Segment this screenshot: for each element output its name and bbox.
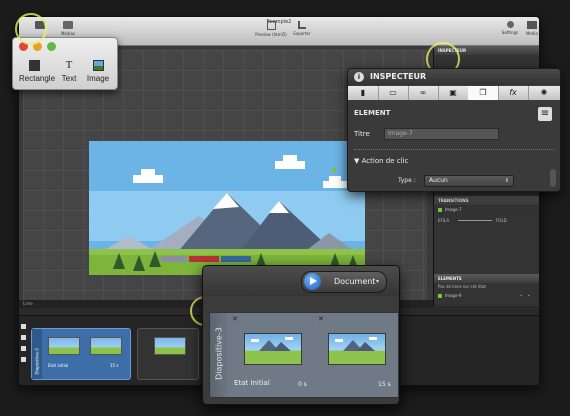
select-arrows-icon: ⇕ [504, 178, 509, 184]
action-section-toggle[interactable]: ▼ Action de clic [354, 157, 408, 165]
landscape-graphic [89, 141, 365, 275]
scrollbar[interactable] [550, 169, 556, 187]
transition-item[interactable]: Image-7 [436, 206, 538, 214]
slide-states-row[interactable]: Diapositive-3 ✕ ✕ Etat Initial 0 s 15 s [209, 312, 399, 398]
zoom-button[interactable] [47, 42, 56, 51]
selection-handle[interactable] [332, 168, 336, 172]
link-icon: ∞ [419, 88, 427, 97]
slide-options-icon[interactable] [21, 357, 26, 362]
transition-label-right: FOLD [496, 218, 507, 223]
highlight-ring [15, 13, 47, 45]
titre-input[interactable]: Image-7 [384, 128, 499, 140]
delete-slide-icon[interactable] [21, 346, 26, 351]
duplicate-slide-icon[interactable] [21, 335, 26, 340]
document-icon: ▮ [360, 88, 366, 97]
close-state-icon[interactable]: ✕ [232, 315, 238, 323]
preview-button[interactable]: Preview (html5) [253, 21, 289, 37]
landscape-image[interactable] [89, 141, 365, 275]
slide-card[interactable] [137, 328, 199, 380]
layout-icon: ▭ [389, 88, 397, 97]
text-icon: T [65, 59, 73, 71]
toolbox-window: Rectangle T Text Image [12, 37, 118, 90]
text-tool[interactable]: T Text [59, 59, 79, 84]
landscape-thumb [251, 337, 293, 351]
add-slide-icon[interactable] [21, 324, 26, 329]
tab-loader[interactable]: ✺ [528, 86, 560, 100]
tab-media[interactable]: ▣ [438, 86, 469, 100]
info-icon: i [354, 72, 364, 82]
rectangle-tool[interactable]: Rectangle [19, 60, 55, 83]
transition-slider[interactable] [458, 220, 492, 221]
elements-header: ELEMENTS [434, 274, 539, 283]
slide-vertical-label: Diapositive-3 [214, 327, 224, 380]
close-state-icon[interactable]: ✕ [318, 315, 324, 323]
element-row-image-9[interactable]: Image-9 • • [436, 292, 538, 300]
document-popover: Document ▾ Diapositive-3 ✕ ✕ Etat Initia… [202, 265, 400, 405]
rectangle-icon [28, 60, 40, 71]
state-end-time: 15 s [378, 381, 391, 388]
slide-state-thumb[interactable] [90, 337, 122, 355]
state-thumbnail-initial[interactable] [244, 333, 302, 365]
copy-icon: ❐ [479, 88, 487, 97]
sliders-icon[interactable]: ≡ [538, 107, 552, 121]
media-library-icon [527, 21, 537, 29]
state-name: Etat Initial [234, 379, 270, 387]
inspector-body: ELEMENT ≡ Titre Image-7 ▼ Action de clic… [348, 101, 560, 191]
media-library-button[interactable]: Media [515, 21, 539, 36]
state-time: 15 s [110, 363, 119, 368]
export-icon [298, 21, 306, 29]
loader-icon: ✺ [540, 88, 548, 97]
document-dropdown-button[interactable]: Document ▾ [301, 271, 387, 293]
slide-state-thumb[interactable] [154, 337, 186, 355]
image-tool[interactable]: Image [85, 60, 111, 83]
gear-icon [506, 21, 514, 28]
slide-tab: Diapositive-3 [210, 313, 228, 397]
landscape-thumb [335, 337, 377, 351]
export-button[interactable]: Exporter [285, 21, 319, 36]
state-label: Etat initial [48, 363, 69, 368]
tab-document[interactable]: ▮ [348, 86, 379, 100]
slide-card-active[interactable]: Diapositive-3 Etat initial 15 s [31, 328, 131, 380]
titre-label: Titre [354, 130, 370, 138]
media-icon: ▣ [449, 88, 457, 97]
disclosure-triangle-icon: ▼ [354, 157, 360, 165]
image-icon [92, 60, 104, 71]
state-start-time: 0 s [298, 381, 307, 388]
section-title: ELEMENT [354, 109, 391, 117]
type-select[interactable]: Aucun ⇕ [424, 175, 514, 187]
inspector-tabs: ▮ ▭ ∞ ▣ ❐ fx ✺ [348, 86, 560, 100]
filmstrip-tools [21, 324, 27, 378]
slide-card-label: Diapositive-3 [34, 348, 40, 375]
state-thumbnail-end[interactable] [328, 333, 386, 365]
document-popover-bar: Document ▾ [203, 266, 399, 296]
type-label: Type : [398, 177, 416, 184]
tab-element[interactable]: ❐ [468, 86, 499, 100]
slide-state-thumb[interactable] [48, 337, 80, 355]
divider [354, 149, 554, 150]
transitions-header: TRANSITIONS [434, 196, 539, 205]
html5-icon [266, 21, 276, 30]
elements-subtitle: Pas de liens sur cet état [438, 284, 486, 289]
tab-effects[interactable]: fx [498, 86, 529, 100]
tab-layout[interactable]: ▭ [378, 86, 409, 100]
chevron-down-icon: ▾ [376, 278, 380, 285]
transition-label-left: EFILA [438, 218, 450, 223]
play-icon [304, 273, 321, 290]
tab-links[interactable]: ∞ [408, 86, 439, 100]
inspector-window: i INSPECTEUR ▮ ▭ ∞ ▣ ❐ fx ✺ ELEMENT ≡ Ti… [347, 68, 561, 192]
inspector-titlebar: i INSPECTEUR [348, 69, 560, 85]
